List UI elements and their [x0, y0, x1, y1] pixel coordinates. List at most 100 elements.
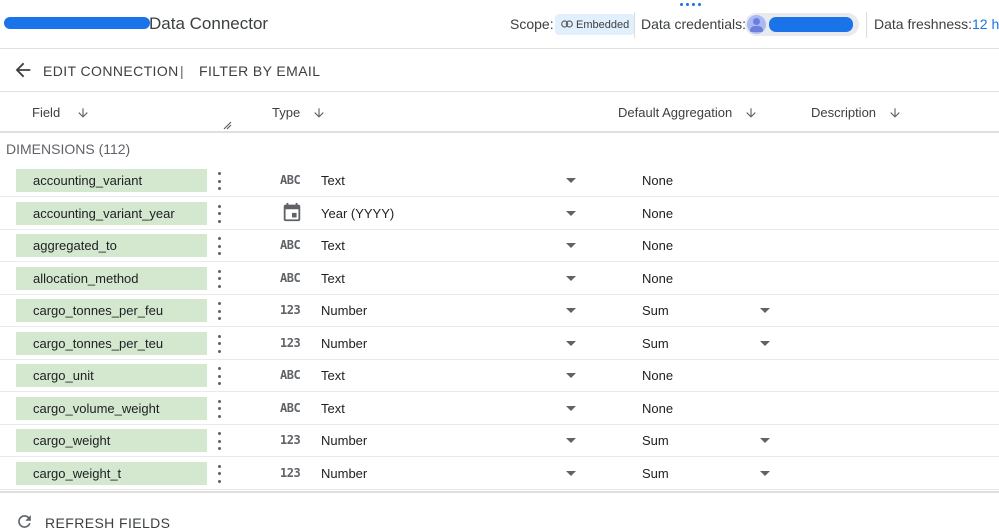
table-row: accounting_variant_year Year (YYYY) None — [0, 198, 999, 230]
table-row: cargo_volume_weight ABC Text None — [0, 393, 999, 425]
number-type-icon: 123 — [280, 335, 301, 350]
more-options-icon[interactable] — [216, 464, 222, 483]
footer: REFRESH FIELDS — [0, 491, 999, 529]
type-select[interactable]: Number — [321, 466, 367, 481]
filter-by-email-button[interactable]: FILTER BY EMAIL — [199, 63, 320, 79]
table-row: cargo_weight_t 123 Number Sum — [0, 458, 999, 490]
page-title: Data Connector — [149, 14, 269, 33]
type-dropdown-arrow-icon[interactable] — [566, 275, 576, 281]
table-row: cargo_tonnes_per_feu 123 Number Sum — [0, 295, 999, 327]
aggregation-select[interactable]: Sum — [642, 466, 669, 481]
more-options-icon[interactable] — [216, 204, 222, 223]
column-header-label: Description — [811, 105, 877, 120]
scope-chip[interactable]: Embedded — [555, 14, 636, 35]
table-row: cargo_weight 123 Number Sum — [0, 425, 999, 457]
aggregation-value: None — [642, 400, 674, 416]
redacted-credential — [769, 17, 853, 32]
more-options-icon[interactable] — [216, 367, 222, 385]
type-select[interactable]: Text — [321, 173, 345, 188]
field-chip[interactable]: cargo_weight — [16, 429, 207, 452]
type-select[interactable]: Text — [321, 271, 345, 286]
sort-arrow-icon — [746, 107, 756, 118]
type-dropdown-arrow-icon[interactable] — [566, 210, 576, 216]
aggregation-select[interactable]: Sum — [642, 433, 669, 448]
drag-handle-icon[interactable] — [680, 3, 701, 6]
type-dropdown-arrow-icon[interactable] — [566, 243, 576, 248]
text-type-icon: ABC — [280, 400, 301, 415]
resize-handle-icon[interactable] — [222, 120, 232, 130]
column-header-field[interactable]: Field — [32, 105, 90, 120]
more-options-icon[interactable] — [216, 269, 222, 288]
type-select[interactable]: Number — [321, 336, 367, 351]
aggregation-value: None — [642, 270, 674, 286]
field-chip[interactable]: cargo_weight_t — [16, 461, 207, 485]
aggregation-dropdown-arrow-icon[interactable] — [760, 470, 770, 476]
type-select[interactable]: Text — [321, 401, 345, 416]
more-options-icon[interactable] — [216, 399, 222, 418]
refresh-icon[interactable] — [15, 512, 34, 529]
sort-arrow-icon — [78, 107, 88, 118]
column-header-type[interactable]: Type — [272, 105, 326, 120]
aggregation-value: None — [642, 238, 674, 253]
field-chip[interactable]: allocation_method — [16, 266, 207, 290]
freshness-label: Data freshness: — [874, 16, 973, 32]
aggregation-dropdown-arrow-icon[interactable] — [760, 308, 770, 313]
text-type-icon: ABC — [280, 270, 301, 285]
more-options-icon[interactable] — [216, 432, 222, 450]
aggregation-dropdown-arrow-icon[interactable] — [760, 438, 770, 443]
more-options-icon[interactable] — [216, 302, 222, 320]
type-select[interactable]: Year (YYYY) — [321, 206, 394, 221]
top-bar: Data Connector Scope: Embedded Data cred… — [0, 0, 999, 49]
credentials-chip[interactable] — [745, 13, 859, 36]
aggregation-select[interactable]: Sum — [642, 303, 669, 318]
type-select[interactable]: Text — [321, 238, 345, 253]
type-dropdown-arrow-icon[interactable] — [566, 178, 576, 183]
aggregation-dropdown-arrow-icon[interactable] — [760, 340, 770, 346]
more-options-icon[interactable] — [216, 334, 222, 353]
column-header-default-aggregation[interactable]: Default Aggregation — [618, 105, 758, 120]
text-type-icon: ABC — [280, 238, 301, 252]
aggregation-value: None — [642, 205, 674, 221]
aggregation-value: None — [642, 368, 674, 383]
column-header-label: Field — [32, 105, 61, 120]
column-header-description[interactable]: Description — [811, 105, 902, 120]
type-select[interactable]: Number — [321, 303, 367, 318]
type-dropdown-arrow-icon[interactable] — [566, 470, 576, 476]
text-type-icon: ABC — [280, 173, 301, 187]
refresh-fields-button[interactable]: REFRESH FIELDS — [45, 515, 170, 529]
sort-arrow-icon — [314, 107, 324, 118]
type-dropdown-arrow-icon[interactable] — [566, 438, 576, 443]
type-select[interactable]: Text — [321, 368, 345, 383]
table-row: cargo_tonnes_per_teu 123 Number Sum — [0, 328, 999, 360]
aggregation-value: None — [642, 173, 674, 188]
type-dropdown-arrow-icon[interactable] — [566, 340, 576, 346]
more-options-icon[interactable] — [216, 237, 222, 255]
divider — [866, 12, 867, 38]
type-dropdown-arrow-icon[interactable] — [566, 308, 576, 313]
field-chip[interactable]: cargo_unit — [16, 364, 207, 387]
more-options-icon[interactable] — [216, 172, 222, 190]
aggregation-select[interactable]: Sum — [642, 336, 669, 351]
type-select[interactable]: Number — [321, 433, 367, 448]
divider — [634, 12, 635, 38]
edit-connection-button[interactable]: EDIT CONNECTION — [43, 63, 179, 79]
table-row: cargo_unit ABC Text None — [0, 360, 999, 392]
field-chip[interactable]: cargo_tonnes_per_feu — [16, 299, 207, 322]
back-arrow-icon[interactable] — [12, 59, 34, 81]
field-chip[interactable]: cargo_tonnes_per_teu — [16, 331, 207, 355]
field-chip[interactable]: accounting_variant — [16, 169, 207, 192]
type-dropdown-arrow-icon[interactable] — [566, 373, 576, 378]
breadcrumb-separator: | — [180, 63, 184, 79]
freshness-link[interactable]: 12 h — [972, 16, 999, 32]
scope-value: Embedded — [576, 18, 630, 31]
field-chip[interactable]: aggregated_to — [16, 234, 207, 257]
avatar — [747, 15, 766, 34]
dimensions-section-label: DIMENSIONS (112) — [6, 141, 131, 157]
type-dropdown-arrow-icon[interactable] — [566, 405, 576, 411]
scope-label: Scope: — [510, 16, 554, 32]
field-chip[interactable]: accounting_variant_year — [16, 201, 207, 225]
table-row: accounting_variant ABC Text None — [0, 165, 999, 197]
field-chip[interactable]: cargo_volume_weight — [16, 396, 207, 420]
text-type-icon: ABC — [280, 368, 301, 382]
credentials-label: Data credentials: — [641, 16, 747, 32]
